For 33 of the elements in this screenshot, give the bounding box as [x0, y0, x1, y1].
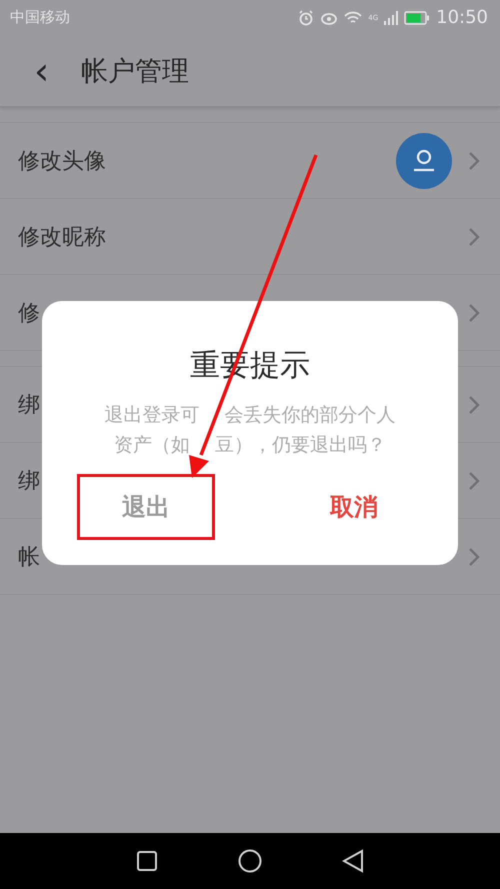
- row-label: 绑: [18, 468, 40, 496]
- page-title: 帐户管理: [81, 54, 190, 88]
- back-icon[interactable]: [342, 849, 364, 873]
- battery-icon: [404, 10, 430, 24]
- home-icon[interactable]: [238, 849, 262, 873]
- clock-time: 10:50: [436, 7, 488, 28]
- chevron-right-icon: [468, 226, 480, 246]
- recent-apps-icon[interactable]: [136, 850, 158, 872]
- chevron-right-icon: [468, 394, 480, 414]
- cancel-button[interactable]: 取消: [285, 474, 423, 540]
- dialog-message: 资产（如: [114, 433, 190, 458]
- row-label: 绑: [18, 392, 40, 420]
- alarm-icon: [298, 10, 314, 26]
- settings-row[interactable]: 修改昵称: [0, 199, 500, 275]
- row-label: 修改昵称: [18, 224, 106, 252]
- dialog-message: 豆），仍要退出吗？: [214, 433, 386, 458]
- dialog-message: 退出登录可: [104, 403, 200, 428]
- wifi-icon: [344, 10, 362, 24]
- eye-icon: [320, 10, 338, 24]
- carrier-name: 中国移动: [10, 8, 70, 27]
- dialog-message: 会丢失你的部分个人: [224, 403, 396, 428]
- row-label: 修改头像: [18, 148, 106, 176]
- chevron-right-icon: [468, 470, 480, 490]
- settings-row[interactable]: 修改头像: [0, 123, 500, 199]
- row-label: 修: [18, 300, 40, 328]
- chevron-right-icon: [468, 302, 480, 322]
- back-button[interactable]: ‹: [30, 52, 54, 90]
- row-label: 帐: [18, 544, 40, 572]
- avatar: [396, 132, 452, 188]
- chevron-right-icon: [468, 546, 480, 566]
- logout-button[interactable]: 退出: [77, 474, 215, 540]
- signal-icon: [384, 10, 398, 24]
- chevron-right-icon: [468, 150, 480, 170]
